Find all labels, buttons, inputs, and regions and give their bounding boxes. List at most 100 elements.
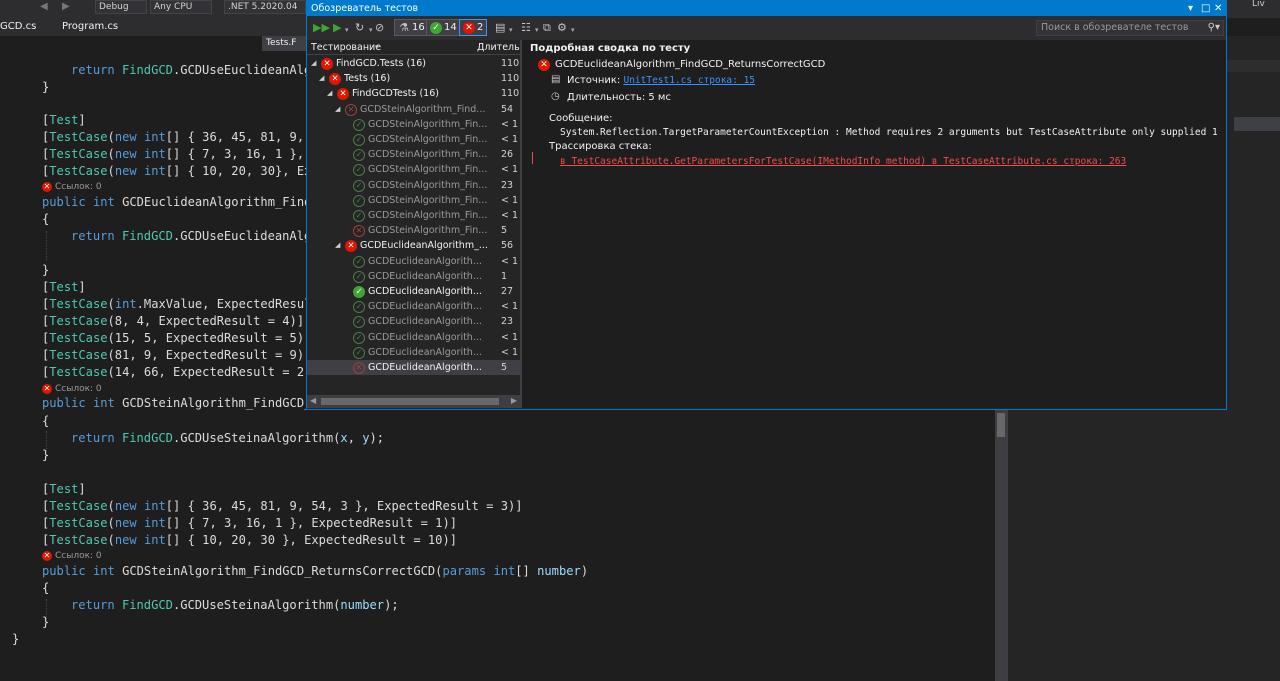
side-panel-selection[interactable] [1234, 117, 1280, 131]
codelens-references[interactable]: ✕ Ссылок: 0 [42, 384, 102, 394]
test-duration: 56 [501, 240, 514, 252]
code-token: } [42, 448, 50, 462]
test-tree-row[interactable]: ✓ GCDEuclideanAlgorith... 23 [307, 314, 520, 329]
configuration-dropdown[interactable]: Debug [95, 0, 147, 14]
code-token: .GCDUseEuclideanAlg [172, 63, 312, 77]
test-tree-row[interactable]: ✓ GCDEuclideanAlgorith... < 1 [307, 345, 520, 360]
back-arrow-icon[interactable]: ◀ [40, 1, 48, 12]
settings-gear-icon[interactable]: ⚙ [557, 21, 567, 34]
test-duration: < 1 [501, 346, 519, 358]
search-icon[interactable]: ⚲▾ [1208, 21, 1220, 35]
code-token: return [71, 598, 122, 612]
codelens-references[interactable]: ✕ Ссылок: 0 [42, 182, 102, 192]
tab-gcd[interactable]: GCD.cs [0, 18, 36, 36]
forward-arrow-icon[interactable]: ▶ [62, 1, 70, 12]
expand-chevron-icon[interactable]: ◢ [335, 238, 340, 253]
scrollbar-thumb[interactable] [321, 398, 499, 405]
test-tree-row[interactable]: ✓ GCDSteinAlgorithm_Fin... < 1 [307, 132, 520, 147]
test-tree-row[interactable]: ✓ GCDEuclideanAlgorith... < 1 [307, 299, 520, 314]
code-token: Test [49, 482, 79, 496]
expand-chevron-icon[interactable]: ◢ [311, 56, 316, 71]
code-token: ] [78, 280, 86, 294]
expand-collapse-icon[interactable]: ⧉ [543, 21, 551, 34]
test-explorer-titlebar[interactable]: Обозреватель тестов ▾ □ ✕ [307, 1, 1226, 16]
target-framework-dropdown[interactable]: .NET 5.2020.04 [224, 0, 306, 14]
test-name: GCDEuclideanAlgorith... [368, 255, 482, 267]
failed-icon: ✕ [463, 21, 475, 34]
test-tree-row[interactable]: ✕ GCDEuclideanAlgorith... 5 [307, 360, 520, 376]
search-placeholder: Поиск в обозревателе тестов [1041, 22, 1189, 33]
code-token: GCDSteinAlgorithm_FindGCD_ [122, 396, 312, 410]
maximize-icon[interactable]: □ [1201, 1, 1210, 16]
group-by-icon[interactable]: ☷ [521, 21, 531, 34]
test-tree-row[interactable]: ✓ GCDSteinAlgorithm_Fin... < 1 [307, 193, 520, 208]
column-header-duration[interactable]: Длительн [477, 40, 526, 55]
test-tree-row[interactable]: ◢ ✕ GCDEuclideanAlgorithm_... 56 [307, 238, 520, 253]
failed-status-icon: ✕ [345, 103, 357, 116]
codelens-references[interactable]: ✕ Ссылок: 0 [42, 551, 102, 561]
code-token: (81, 9, ExpectedResult = 9)] [107, 348, 312, 362]
scroll-right-icon[interactable]: ▶ [511, 396, 517, 405]
code-token: ( [107, 164, 115, 178]
expand-chevron-icon[interactable]: ◢ [319, 71, 324, 86]
tab-program[interactable]: Program.cs [62, 18, 118, 36]
code-token: ( [107, 499, 115, 513]
live-share-label[interactable]: Liv [1252, 0, 1265, 9]
playlist-dropdown-icon[interactable]: ▾ [509, 24, 513, 37]
passed-status-icon: ✓ [353, 194, 365, 207]
test-tree-row[interactable]: ✓ GCDSteinAlgorithm_Fin... 26 [307, 147, 520, 162]
test-tree-row[interactable]: ✓ GCDEuclideanAlgorith... < 1 [307, 254, 520, 269]
test-duration: 110 [501, 88, 520, 100]
sort-chevron-icon[interactable]: ▾ [375, 40, 379, 55]
settings-dropdown-icon[interactable]: ▾ [571, 24, 575, 37]
tree-header: Тестирование ▾ Длительн [307, 40, 526, 55]
close-icon[interactable]: ✕ [1214, 1, 1222, 16]
total-tests-counter[interactable]: ⚗ 16 [394, 19, 429, 36]
code-token: ); [384, 598, 399, 612]
test-duration: 110 [501, 58, 520, 69]
source-link[interactable]: UnitTest1.cs строка: 15 [623, 75, 755, 86]
code-line: return FindGCD.GCDUseEuclideanAlg [71, 62, 311, 79]
test-tree-row[interactable]: ✓ GCDEuclideanAlgorith... 27 [307, 284, 520, 299]
test-tree-row[interactable]: ✓ GCDEuclideanAlgorith... < 1 [307, 330, 520, 345]
window-dropdown-icon[interactable]: ▾ [1188, 1, 1193, 16]
member-dropdown[interactable]: Tests.F [262, 36, 310, 51]
playlist-icon[interactable]: ▤ [495, 21, 505, 34]
test-tree-row[interactable]: ◢ ✕ FindGCD.Tests (16) 110 [307, 56, 520, 71]
test-tree-row[interactable]: ✓ GCDSteinAlgorithm_Fin... < 1 [307, 117, 520, 132]
run-dropdown-icon[interactable]: ▾ [345, 24, 349, 37]
expand-chevron-icon[interactable]: ◢ [327, 86, 332, 101]
expand-chevron-icon[interactable]: ◢ [335, 102, 340, 117]
test-tree-row[interactable]: ◢ ✕ FindGCDTests (16) 110 [307, 86, 520, 101]
code-line: [Test] [42, 112, 86, 129]
test-tree-row[interactable]: ◢ ✕ GCDSteinAlgorithm_Find... 54 [307, 102, 520, 117]
test-tree-row[interactable]: ✓ GCDEuclideanAlgorith... 1 [307, 269, 520, 284]
test-tree-row[interactable]: ✓ GCDSteinAlgorithm_Fin... < 1 [307, 162, 520, 177]
column-header-test[interactable]: Тестирование [311, 40, 381, 55]
passed-status-icon: ✓ [353, 301, 365, 314]
group-dropdown-icon[interactable]: ▾ [535, 24, 539, 37]
stack-trace-link[interactable]: в TestCaseAttribute.GetParametersForTest… [560, 156, 1126, 167]
test-tree-row[interactable]: ✓ GCDSteinAlgorithm_Fin... 23 [307, 178, 520, 193]
scrollbar-thumb[interactable] [997, 413, 1005, 437]
cancel-run-icon[interactable]: ⊘ [375, 21, 384, 34]
repeat-dropdown-icon[interactable]: ▾ [369, 24, 373, 37]
scroll-left-icon[interactable]: ◀ [310, 396, 316, 405]
tree-horizontal-scrollbar[interactable]: ◀ ▶ [307, 395, 520, 408]
test-tree-row[interactable]: ✓ GCDSteinAlgorithm_Fin... < 1 [307, 208, 520, 223]
platform-dropdown[interactable]: Any CPU [150, 0, 212, 14]
window-title: Обозреватель тестов [311, 3, 419, 14]
test-tree-row[interactable]: ◢ ✕ Tests (16) 110 [307, 71, 520, 86]
failed-tests-counter[interactable]: ✕ 2 [459, 19, 488, 36]
test-name: GCDSteinAlgorithm_Fin... [368, 194, 488, 206]
run-icon[interactable]: ▶ [333, 21, 341, 34]
passed-status-icon: ✓ [353, 164, 365, 177]
target-value: .NET 5.2020.04 [228, 2, 298, 12]
search-input[interactable]: Поиск в обозревателе тестов ⚲▾ [1036, 20, 1224, 36]
repeat-run-icon[interactable]: ↻ [355, 21, 364, 34]
test-tree-row[interactable]: ✕ GCDSteinAlgorithm_Fin... 5 [307, 223, 520, 238]
code-token: TestCase [49, 533, 108, 547]
passed-status-icon: ✓ [353, 118, 365, 131]
passed-tests-counter[interactable]: ✓ 14 [426, 19, 461, 36]
run-all-icon[interactable]: ▶▶ [313, 21, 330, 34]
